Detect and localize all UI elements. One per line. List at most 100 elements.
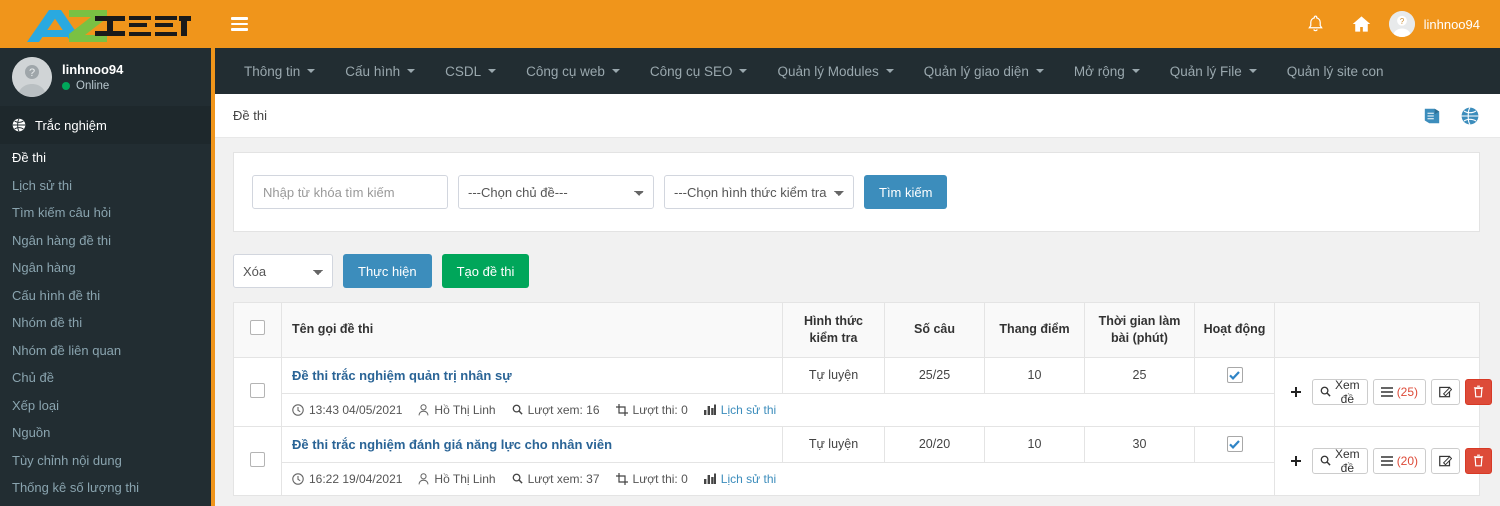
search-icon: [1320, 386, 1331, 397]
menu-item-quan-ly-file[interactable]: Quản lý File: [1155, 48, 1272, 94]
exam-type-select[interactable]: ---Chọn hình thức kiểm tra-: [664, 175, 854, 209]
menu-item-quan-ly-modules[interactable]: Quản lý Modules: [762, 48, 908, 94]
row-active-cell: [1194, 356, 1275, 394]
row-select-cell: [233, 356, 282, 427]
bulk-action-select[interactable]: Xóa: [233, 254, 333, 288]
chevron-down-icon: [488, 69, 497, 73]
sidebar-item-ngan-hang-de-thi[interactable]: Ngân hàng đề thi: [0, 227, 215, 255]
active-checkbox[interactable]: [1226, 436, 1243, 453]
meta-views-label: Lượt xem: 37: [527, 471, 600, 486]
home-icon[interactable]: [1339, 0, 1385, 48]
user-status-label: Online: [76, 80, 110, 92]
search-button[interactable]: Tìm kiếm: [864, 175, 948, 209]
breadcrumb: Đề thi: [215, 94, 1500, 138]
admin-page: ? linhnoo94 Online Trắc nghiệm Đề thi Lị…: [0, 0, 1500, 506]
active-checkbox[interactable]: [1226, 367, 1243, 384]
view-exam-button[interactable]: Xem đề: [1312, 447, 1368, 475]
logo-graphic: [23, 4, 193, 44]
sidebar-username: linhnoo94: [62, 62, 124, 77]
row-checkbox[interactable]: [250, 382, 265, 398]
row-meta-cell: 16:22 19/04/2021 Hồ Thị Linh Lượt xem: 3…: [281, 461, 1275, 496]
row-duration: 25: [1084, 356, 1195, 394]
menu-item-cong-cu-web[interactable]: Công cụ web: [511, 48, 635, 94]
breadcrumb-icons: [1422, 106, 1480, 126]
menu-label: Quản lý giao diện: [923, 63, 1029, 79]
sidebar-item-label: Nguồn: [12, 425, 51, 441]
meta-author-label: Hồ Thị Linh: [434, 402, 496, 417]
sidebar-item-de-thi[interactable]: Đề thi: [0, 144, 215, 172]
row-meta: 16:22 19/04/2021 Hồ Thị Linh Lượt xem: 3…: [288, 472, 1268, 486]
menu-item-cong-cu-seo[interactable]: Công cụ SEO: [635, 48, 763, 94]
menu-item-csdl[interactable]: CSDL: [430, 48, 511, 94]
meta-views: Lượt xem: 37: [512, 472, 600, 486]
meta-attempts-label: Lượt thi: 0: [632, 471, 688, 486]
plus-icon[interactable]: [1285, 447, 1307, 474]
question-list-button[interactable]: (20): [1372, 447, 1427, 474]
sidebar-item-tim-kiem-cau-hoi[interactable]: Tìm kiếm câu hỏi: [0, 199, 215, 227]
question-list-button[interactable]: (25): [1372, 378, 1427, 405]
menu-item-cau-hinh[interactable]: Cấu hình: [330, 48, 430, 94]
main-content: ---Chọn chủ đề--- ---Chọn hình thức kiểm…: [215, 138, 1500, 506]
sidebar-item-label: Tùy chỉnh nội dung: [12, 452, 122, 468]
search-icon: [512, 473, 523, 484]
topbar: ? linhnoo94: [215, 0, 1500, 48]
hamburger-icon[interactable]: [215, 0, 263, 48]
sidebar-item-nhom-de-thi[interactable]: Nhóm đề thi: [0, 309, 215, 337]
globe-icon[interactable]: [1460, 106, 1480, 126]
execute-button[interactable]: Thực hiện: [343, 254, 432, 288]
header-tools: [1274, 302, 1480, 358]
meta-history[interactable]: Lịch sử thi: [703, 472, 776, 486]
menu-item-quan-ly-site-con[interactable]: Quản lý site con: [1272, 48, 1399, 94]
meta-history[interactable]: Lịch sử thi: [703, 403, 776, 417]
sidebar-item-thong-ke-so-luong-thi[interactable]: Thống kê số lượng thi: [0, 474, 215, 502]
trash-icon[interactable]: [1465, 378, 1493, 405]
sidebar-user-panel[interactable]: ? linhnoo94 Online: [0, 48, 215, 106]
meta-attempts-label: Lượt thi: 0: [632, 402, 688, 417]
sidebar-item-chu-de[interactable]: Chủ đề: [0, 364, 215, 392]
menu-item-mo-rong[interactable]: Mở rộng: [1059, 48, 1155, 94]
exam-title-link[interactable]: Đề thi trắc nghiệm quản trị nhân sự: [288, 365, 776, 393]
sidebar-item-label: Cấu hình đề thi: [12, 287, 101, 303]
header-active: Hoạt động: [1194, 302, 1275, 358]
sidebar-item-lich-su-thi[interactable]: Lịch sử thi: [0, 172, 215, 200]
topic-select[interactable]: ---Chọn chủ đề---: [458, 175, 654, 209]
history-link[interactable]: Lịch sử thi: [721, 472, 776, 486]
sidebar-item-cau-hinh-de-thi[interactable]: Cấu hình đề thi: [0, 282, 215, 310]
exam-title-link[interactable]: Đề thi trắc nghiệm đánh giá năng lực cho…: [288, 434, 776, 462]
menu-item-thong-tin[interactable]: Thông tin: [229, 48, 330, 94]
row-tools-cell: Xem đề (20): [1274, 425, 1493, 496]
bell-icon[interactable]: [1293, 0, 1339, 48]
sidebar-item-label: Nhóm đề thi: [12, 315, 83, 331]
sidebar-section-header[interactable]: Trắc nghiệm: [0, 106, 215, 144]
clock-icon: [292, 473, 304, 485]
row-checkbox[interactable]: [250, 451, 265, 467]
user-placeholder-icon: ?: [12, 57, 52, 97]
sidebar-item-nhom-de-lien-quan[interactable]: Nhóm đề liên quan: [0, 337, 215, 365]
menu-label: Công cụ SEO: [649, 63, 733, 79]
sidebar-item-tuy-chinh-noi-dung[interactable]: Tùy chỉnh nội dung: [0, 447, 215, 475]
topbar-user-menu[interactable]: ? linhnoo94: [1385, 0, 1486, 48]
book-icon[interactable]: [1422, 107, 1442, 125]
create-exam-button[interactable]: Tạo đề thi: [441, 254, 530, 288]
list-icon: [1380, 456, 1393, 466]
sidebar-item-nguon[interactable]: Nguồn: [0, 419, 215, 447]
select-all-checkbox[interactable]: [250, 319, 265, 335]
sidebar-item-ngan-hang[interactable]: Ngân hàng: [0, 254, 215, 282]
brand-logo[interactable]: [0, 0, 215, 48]
edit-icon[interactable]: [1431, 447, 1461, 474]
sidebar-item-xep-loai[interactable]: Xếp loại: [0, 392, 215, 420]
trash-icon[interactable]: [1465, 447, 1493, 474]
user-meta: linhnoo94 Online: [62, 62, 123, 92]
meta-time: 13:43 04/05/2021: [292, 403, 402, 417]
chevron-down-icon: [1035, 69, 1044, 73]
sidebar-item-label: Thống kê số lượng thi: [12, 480, 140, 496]
edit-icon[interactable]: [1431, 378, 1461, 405]
search-input[interactable]: [252, 175, 448, 209]
main-menubar: Thông tin Cấu hình CSDL Công cụ web Công…: [215, 48, 1500, 94]
crop-icon: [615, 472, 628, 485]
menu-item-quan-ly-giao-dien[interactable]: Quản lý giao diện: [909, 48, 1059, 94]
view-exam-button[interactable]: Xem đề: [1312, 378, 1368, 406]
row-title-cell: Đề thi trắc nghiệm quản trị nhân sự: [281, 356, 783, 394]
history-link[interactable]: Lịch sử thi: [721, 403, 776, 417]
plus-icon[interactable]: [1285, 378, 1307, 405]
